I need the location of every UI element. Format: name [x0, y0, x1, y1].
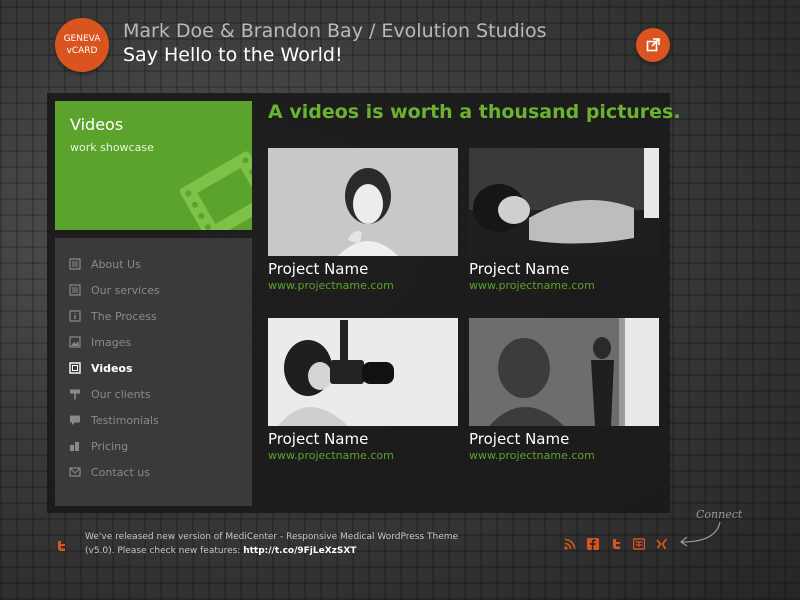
project-url[interactable]: www.projectname.com [469, 279, 659, 292]
section-header: Videos work showcase [55, 101, 252, 230]
sidebar-item-label: Images [91, 335, 132, 349]
info-icon [69, 310, 81, 322]
youtube-icon[interactable] [632, 537, 646, 551]
project-thumbnail[interactable] [268, 318, 458, 426]
sidebar-item-label: Testimonials [91, 413, 159, 427]
project-url[interactable]: www.projectname.com [469, 449, 659, 462]
sign-icon [69, 388, 81, 400]
sidebar-item-label: Our clients [91, 387, 151, 401]
sidebar-item-label: The Process [91, 309, 157, 323]
project-card[interactable]: Project Name www.projectname.com [268, 318, 458, 462]
film-watermark-icon [179, 151, 252, 230]
logo[interactable]: GENEVA vCARD [55, 18, 109, 72]
project-name[interactable]: Project Name [268, 260, 458, 278]
sidebar-menu: About Us Our services The Process Images… [55, 238, 252, 506]
sidebar-item-our-clients[interactable]: Our clients [69, 384, 151, 404]
page-heading: A videos is worth a thousand pictures. [268, 101, 681, 123]
sidebar-item-about-us[interactable]: About Us [69, 254, 141, 274]
logo-line2: vCARD [66, 46, 98, 56]
sidebar-item-label: Pricing [91, 439, 129, 453]
sidebar-item-label: Contact us [91, 465, 150, 479]
project-name[interactable]: Project Name [469, 430, 659, 448]
film-icon [69, 362, 81, 374]
news-link[interactable]: http://t.co/9FjLeXzSXT [243, 546, 356, 556]
curved-arrow-icon [679, 521, 721, 547]
sidebar-item-label: Our services [91, 283, 160, 297]
project-card[interactable]: Project Name www.projectname.com [469, 318, 659, 462]
document-icon [69, 258, 81, 270]
sidebar-item-label: Videos [91, 361, 133, 375]
twitter-icon[interactable] [609, 537, 623, 551]
sidebar-item-the-process[interactable]: The Process [69, 306, 157, 326]
site-title: Say Hello to the World! [123, 44, 343, 66]
project-card[interactable]: Project Name www.projectname.com [268, 148, 458, 292]
project-thumbnail[interactable] [469, 148, 659, 256]
external-link-button[interactable] [636, 28, 670, 62]
section-title: Videos [70, 115, 124, 134]
coins-icon [69, 440, 81, 452]
project-name[interactable]: Project Name [268, 430, 458, 448]
sidebar-item-label: About Us [91, 257, 141, 271]
project-url[interactable]: www.projectname.com [268, 449, 458, 462]
chat-icon [69, 414, 81, 426]
site-subtitle: Mark Doe & Brandon Bay / Evolution Studi… [123, 20, 547, 42]
project-card[interactable]: Project Name www.projectname.com [469, 148, 659, 292]
news-ticker: We've released new version of MediCenter… [85, 530, 465, 558]
xing-icon[interactable] [655, 537, 669, 551]
sidebar-item-pricing[interactable]: Pricing [69, 436, 128, 456]
list-icon [69, 284, 81, 296]
image-icon [69, 336, 81, 348]
sidebar-item-images[interactable]: Images [69, 332, 131, 352]
sidebar-item-testimonials[interactable]: Testimonials [69, 410, 159, 430]
rss-icon[interactable] [563, 537, 577, 551]
logo-line1: GENEVA [63, 34, 101, 44]
project-url[interactable]: www.projectname.com [268, 279, 458, 292]
project-thumbnail[interactable] [268, 148, 458, 256]
section-subtitle: work showcase [70, 141, 154, 154]
facebook-icon[interactable] [586, 537, 600, 551]
sidebar-item-videos[interactable]: Videos [69, 358, 133, 378]
twitter-feed-icon [55, 537, 67, 556]
mail-icon [69, 466, 81, 478]
sidebar-item-contact-us[interactable]: Contact us [69, 462, 150, 482]
external-link-icon [646, 38, 660, 52]
project-thumbnail[interactable] [469, 318, 659, 426]
project-name[interactable]: Project Name [469, 260, 659, 278]
social-links [563, 537, 669, 551]
sidebar-item-our-services[interactable]: Our services [69, 280, 160, 300]
